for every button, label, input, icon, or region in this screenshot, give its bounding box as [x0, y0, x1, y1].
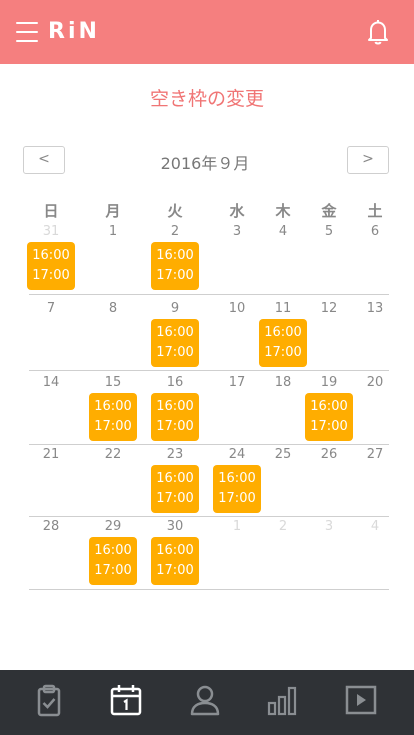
slot-start-time: 16:00	[156, 399, 194, 414]
play-tab[interactable]	[341, 684, 381, 720]
next-month-button[interactable]: >	[347, 146, 389, 174]
week-divider	[29, 370, 389, 371]
calendar-day[interactable]: 23	[155, 447, 195, 462]
calendar-day[interactable]: 6	[355, 224, 395, 239]
time-slot[interactable]: 16:00 17:00	[151, 465, 199, 513]
calendar-day[interactable]: 4	[263, 224, 303, 239]
weekday-label: 火	[167, 202, 183, 220]
week-divider	[29, 444, 389, 445]
calendar-day[interactable]: 21	[31, 447, 71, 462]
time-slot[interactable]: 16:00 17:00	[27, 242, 75, 290]
slot-start-time: 16:00	[156, 325, 194, 340]
calendar-day[interactable]: 2	[155, 224, 195, 239]
bell-icon[interactable]	[366, 18, 390, 46]
calendar-day[interactable]: 16	[155, 375, 195, 390]
slot-end-time: 17:00	[310, 419, 348, 434]
slot-start-time: 16:00	[32, 248, 70, 263]
calendar-day[interactable]: 7	[31, 301, 71, 316]
calendar-day[interactable]: 25	[263, 447, 303, 462]
calendar-day[interactable]: 14	[31, 375, 71, 390]
calendar-day[interactable]: 26	[309, 447, 349, 462]
week-divider	[29, 294, 389, 295]
slot-end-time: 17:00	[32, 268, 70, 283]
time-slot[interactable]: 16:00 17:00	[259, 319, 307, 367]
calendar-tab[interactable]	[106, 684, 146, 720]
calendar-icon	[106, 684, 146, 716]
calendar-day[interactable]: 19	[309, 375, 349, 390]
calendar-day[interactable]: 13	[355, 301, 395, 316]
slot-start-time: 16:00	[310, 399, 348, 414]
weekday-label: 月	[105, 202, 121, 220]
weekday-label: 水	[229, 202, 245, 220]
clipboard-check-icon	[29, 684, 69, 718]
time-slot[interactable]: 16:00 17:00	[151, 242, 199, 290]
time-slot[interactable]: 16:00 17:00	[89, 537, 137, 585]
weekday-label: 木	[275, 202, 291, 220]
bar-chart-tab[interactable]	[262, 684, 302, 720]
user-tab[interactable]	[185, 684, 225, 720]
calendar-day[interactable]: 27	[355, 447, 395, 462]
bottom-tab-bar	[0, 670, 414, 735]
app-logo[interactable]: RiN	[48, 19, 100, 44]
clipboard-check-tab[interactable]	[29, 684, 69, 720]
time-slot[interactable]: 16:00 17:00	[151, 393, 199, 441]
app-header: RiN	[0, 0, 414, 64]
slot-end-time: 17:00	[218, 491, 256, 506]
calendar-day[interactable]: 11	[263, 301, 303, 316]
slot-end-time: 17:00	[156, 491, 194, 506]
menu-icon[interactable]	[16, 22, 38, 42]
time-slot[interactable]: 16:00 17:00	[151, 319, 199, 367]
week-divider	[29, 589, 389, 590]
slot-start-time: 16:00	[218, 471, 256, 486]
week-divider	[29, 516, 389, 517]
time-slot[interactable]: 16:00 17:00	[305, 393, 353, 441]
calendar-day[interactable]: 28	[31, 519, 71, 534]
calendar-day[interactable]: 20	[355, 375, 395, 390]
slot-start-time: 16:00	[264, 325, 302, 340]
calendar-day[interactable]: 9	[155, 301, 195, 316]
calendar-day[interactable]: 12	[309, 301, 349, 316]
slot-end-time: 17:00	[156, 345, 194, 360]
calendar-day[interactable]: 17	[217, 375, 257, 390]
slot-end-time: 17:00	[264, 345, 302, 360]
calendar-day[interactable]: 4	[355, 519, 395, 534]
calendar-day[interactable]: 3	[309, 519, 349, 534]
calendar-day[interactable]: 24	[217, 447, 257, 462]
slot-end-time: 17:00	[156, 419, 194, 434]
bar-chart-icon	[262, 684, 302, 716]
slot-end-time: 17:00	[156, 268, 194, 283]
slot-start-time: 16:00	[156, 248, 194, 263]
slot-start-time: 16:00	[94, 399, 132, 414]
slot-start-time: 16:00	[156, 471, 194, 486]
calendar-day[interactable]: 30	[155, 519, 195, 534]
calendar-day[interactable]: 1	[217, 519, 257, 534]
calendar-day[interactable]: 3	[217, 224, 257, 239]
time-slot[interactable]: 16:00 17:00	[213, 465, 261, 513]
calendar-day[interactable]: 2	[263, 519, 303, 534]
weekday-label: 土	[367, 202, 383, 220]
weekday-label: 日	[43, 202, 59, 220]
slot-start-time: 16:00	[94, 543, 132, 558]
calendar-day[interactable]: 8	[93, 301, 133, 316]
calendar-day[interactable]: 31	[31, 224, 71, 239]
calendar-day[interactable]: 15	[93, 375, 133, 390]
weekday-label: 金	[321, 202, 337, 220]
calendar-day[interactable]: 29	[93, 519, 133, 534]
calendar-day[interactable]: 1	[93, 224, 133, 239]
calendar-day[interactable]: 22	[93, 447, 133, 462]
page-title: 空き枠の変更	[149, 88, 264, 110]
user-icon	[185, 684, 225, 716]
play-icon	[341, 684, 381, 716]
slot-start-time: 16:00	[156, 543, 194, 558]
slot-end-time: 17:00	[94, 563, 132, 578]
slot-end-time: 17:00	[156, 563, 194, 578]
calendar-day[interactable]: 18	[263, 375, 303, 390]
calendar-day[interactable]: 5	[309, 224, 349, 239]
slot-end-time: 17:00	[94, 419, 132, 434]
time-slot[interactable]: 16:00 17:00	[89, 393, 137, 441]
time-slot[interactable]: 16:00 17:00	[151, 537, 199, 585]
calendar-day[interactable]: 10	[217, 301, 257, 316]
